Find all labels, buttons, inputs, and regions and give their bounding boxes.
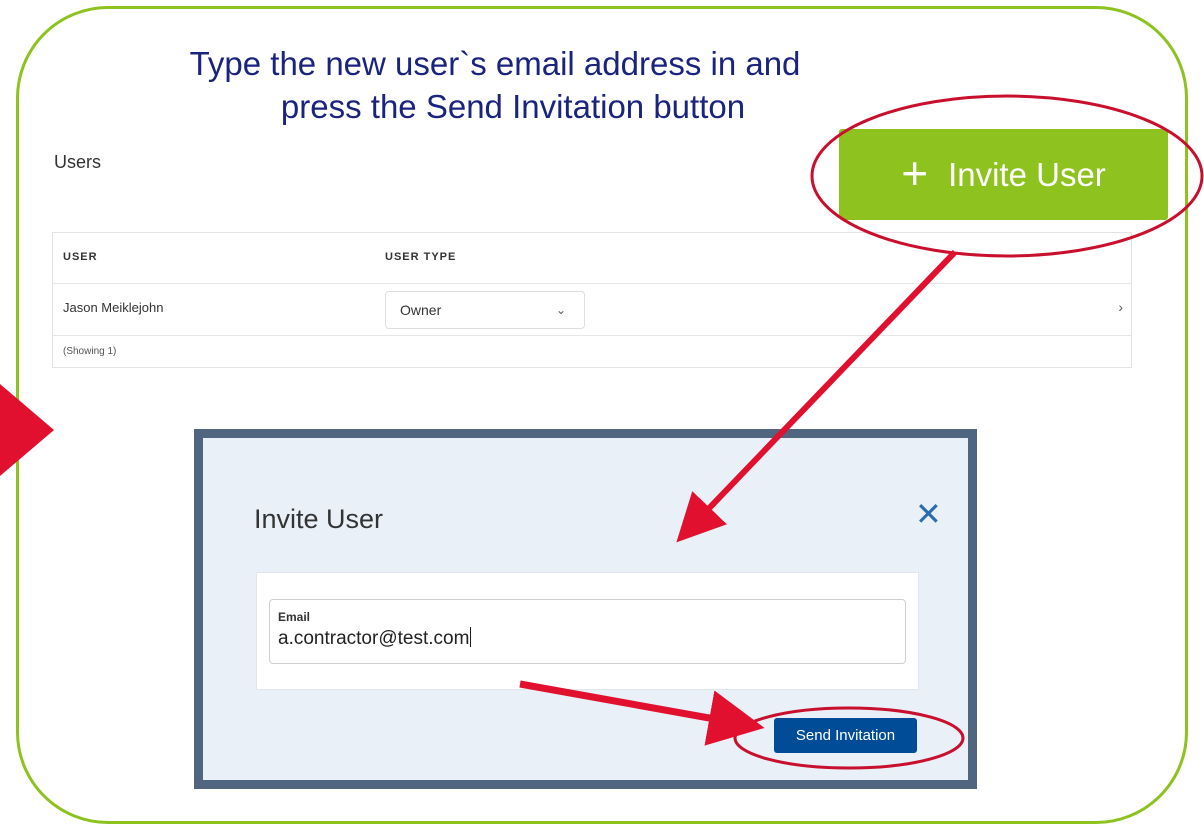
divider <box>53 335 1131 336</box>
page-title: Users <box>54 152 102 172</box>
send-invitation-button[interactable]: Send Invitation <box>774 718 917 753</box>
column-header-user: USER <box>63 251 98 263</box>
showing-count: (Showing 1) <box>63 346 117 357</box>
text-caret <box>470 627 472 647</box>
invite-user-label: Invite User <box>948 155 1106 193</box>
left-arrow-icon <box>0 384 54 476</box>
user-type-select[interactable]: Owner ⌄ <box>385 291 585 329</box>
user-type-value: Owner <box>400 302 442 318</box>
instruction-text: Type the new user`s email address in and… <box>60 42 930 128</box>
instruction-line-1: Type the new user`s email address in and <box>189 45 801 82</box>
email-label: Email <box>278 610 311 624</box>
chevron-right-icon[interactable]: › <box>1118 299 1123 315</box>
plus-icon: + <box>901 146 929 199</box>
modal-form-panel: Email a.contractor@test.com <box>256 572 919 690</box>
email-input[interactable]: a.contractor@test.com <box>278 627 472 650</box>
invite-user-button[interactable]: + Invite User <box>839 129 1168 220</box>
instruction-line-2: press the Send Invitation button <box>280 88 746 125</box>
column-header-user-type: USER TYPE <box>385 251 457 263</box>
email-field[interactable]: Email a.contractor@test.com <box>269 599 906 664</box>
user-name-cell: Jason Meiklejohn <box>63 300 164 315</box>
close-icon[interactable]: ✕ <box>915 498 942 530</box>
email-value: a.contractor@test.com <box>278 628 470 649</box>
users-table: USER USER TYPE Jason Meiklejohn Owner ⌄ … <box>52 232 1132 368</box>
divider <box>53 283 1131 284</box>
invite-user-modal: Invite User ✕ Email a.contractor@test.co… <box>194 429 977 789</box>
chevron-down-icon: ⌄ <box>555 303 566 317</box>
modal-title: Invite User <box>254 504 384 534</box>
